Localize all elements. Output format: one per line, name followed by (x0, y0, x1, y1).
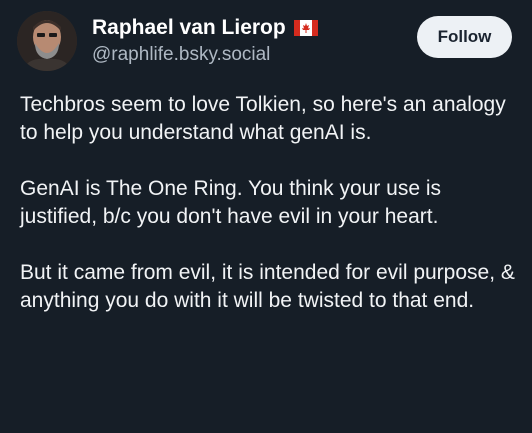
author-block: Raphael van Lierop @raphlife.bsky.social (92, 14, 318, 70)
post-card: Raphael van Lierop @raphlife.bsky.social… (0, 0, 532, 433)
post-paragraph: Techbros seem to love Tolkien, so here's… (20, 93, 506, 144)
avatar-photo (17, 11, 77, 71)
author-handle[interactable]: @raphlife.bsky.social (92, 44, 318, 66)
post-body: Techbros seem to love Tolkien, so here's… (20, 91, 520, 315)
author-display-name[interactable]: Raphael van Lierop (92, 16, 286, 40)
avatar[interactable] (17, 11, 77, 71)
follow-button[interactable]: Follow (417, 16, 512, 58)
name-row: Raphael van Lierop (92, 14, 318, 42)
canada-flag-icon (293, 20, 318, 36)
post-paragraph: But it came from evil, it is intended fo… (20, 261, 515, 312)
post-paragraph: GenAI is The One Ring. You think your us… (20, 177, 442, 228)
